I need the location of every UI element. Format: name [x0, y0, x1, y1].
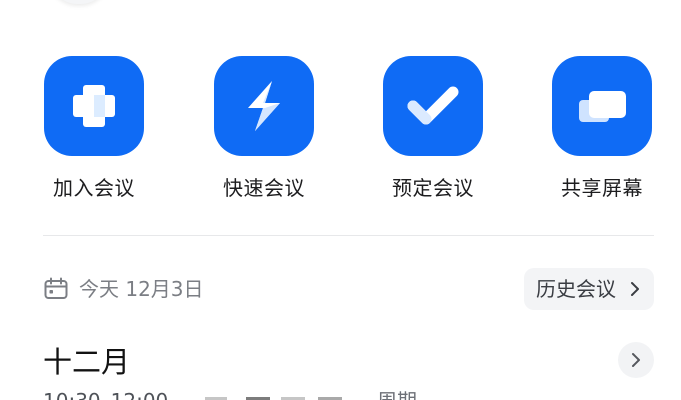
quick-actions: 加入会议 快速会议 预定会议 共享屏幕	[0, 56, 681, 206]
join-meeting-label: 加入会议	[53, 176, 135, 200]
today-date: 今天 12月3日	[79, 277, 204, 301]
meeting-list-item[interactable]: 10:30–12:00 周期	[43, 391, 654, 400]
chevron-right-icon	[632, 353, 640, 367]
month-header: 十二月	[43, 340, 654, 384]
schedule-meeting-button[interactable]: 预定会议	[363, 56, 503, 202]
plus-icon	[44, 56, 144, 156]
lightning-icon	[214, 56, 314, 156]
quick-meeting-label: 快速会议	[223, 176, 305, 200]
month-next-button[interactable]	[618, 342, 654, 378]
schedule-header: 今天 12月3日 历史会议	[43, 266, 654, 312]
calendar-icon	[44, 277, 68, 299]
quick-meeting-button[interactable]: 快速会议	[194, 56, 334, 202]
history-meetings-button[interactable]: 历史会议	[524, 268, 654, 310]
join-meeting-button[interactable]: 加入会议	[24, 56, 164, 202]
screen-share-icon	[552, 56, 652, 156]
section-divider	[43, 235, 654, 236]
checkmark-icon	[383, 56, 483, 156]
share-screen-label: 共享屏幕	[561, 176, 643, 200]
meeting-home-screen: 加入会议 快速会议 预定会议 共享屏幕 今天 12月3日 历史会议 十二月	[0, 0, 681, 400]
history-meetings-label: 历史会议	[536, 277, 616, 301]
avatar[interactable]	[48, 0, 110, 4]
meeting-tag: 周期	[377, 391, 417, 400]
chevron-right-icon	[631, 282, 639, 296]
schedule-meeting-label: 预定会议	[392, 176, 474, 200]
month-title: 十二月	[43, 345, 131, 379]
meeting-time: 10:30–12:00	[43, 391, 168, 400]
share-screen-button[interactable]: 共享屏幕	[532, 56, 672, 202]
